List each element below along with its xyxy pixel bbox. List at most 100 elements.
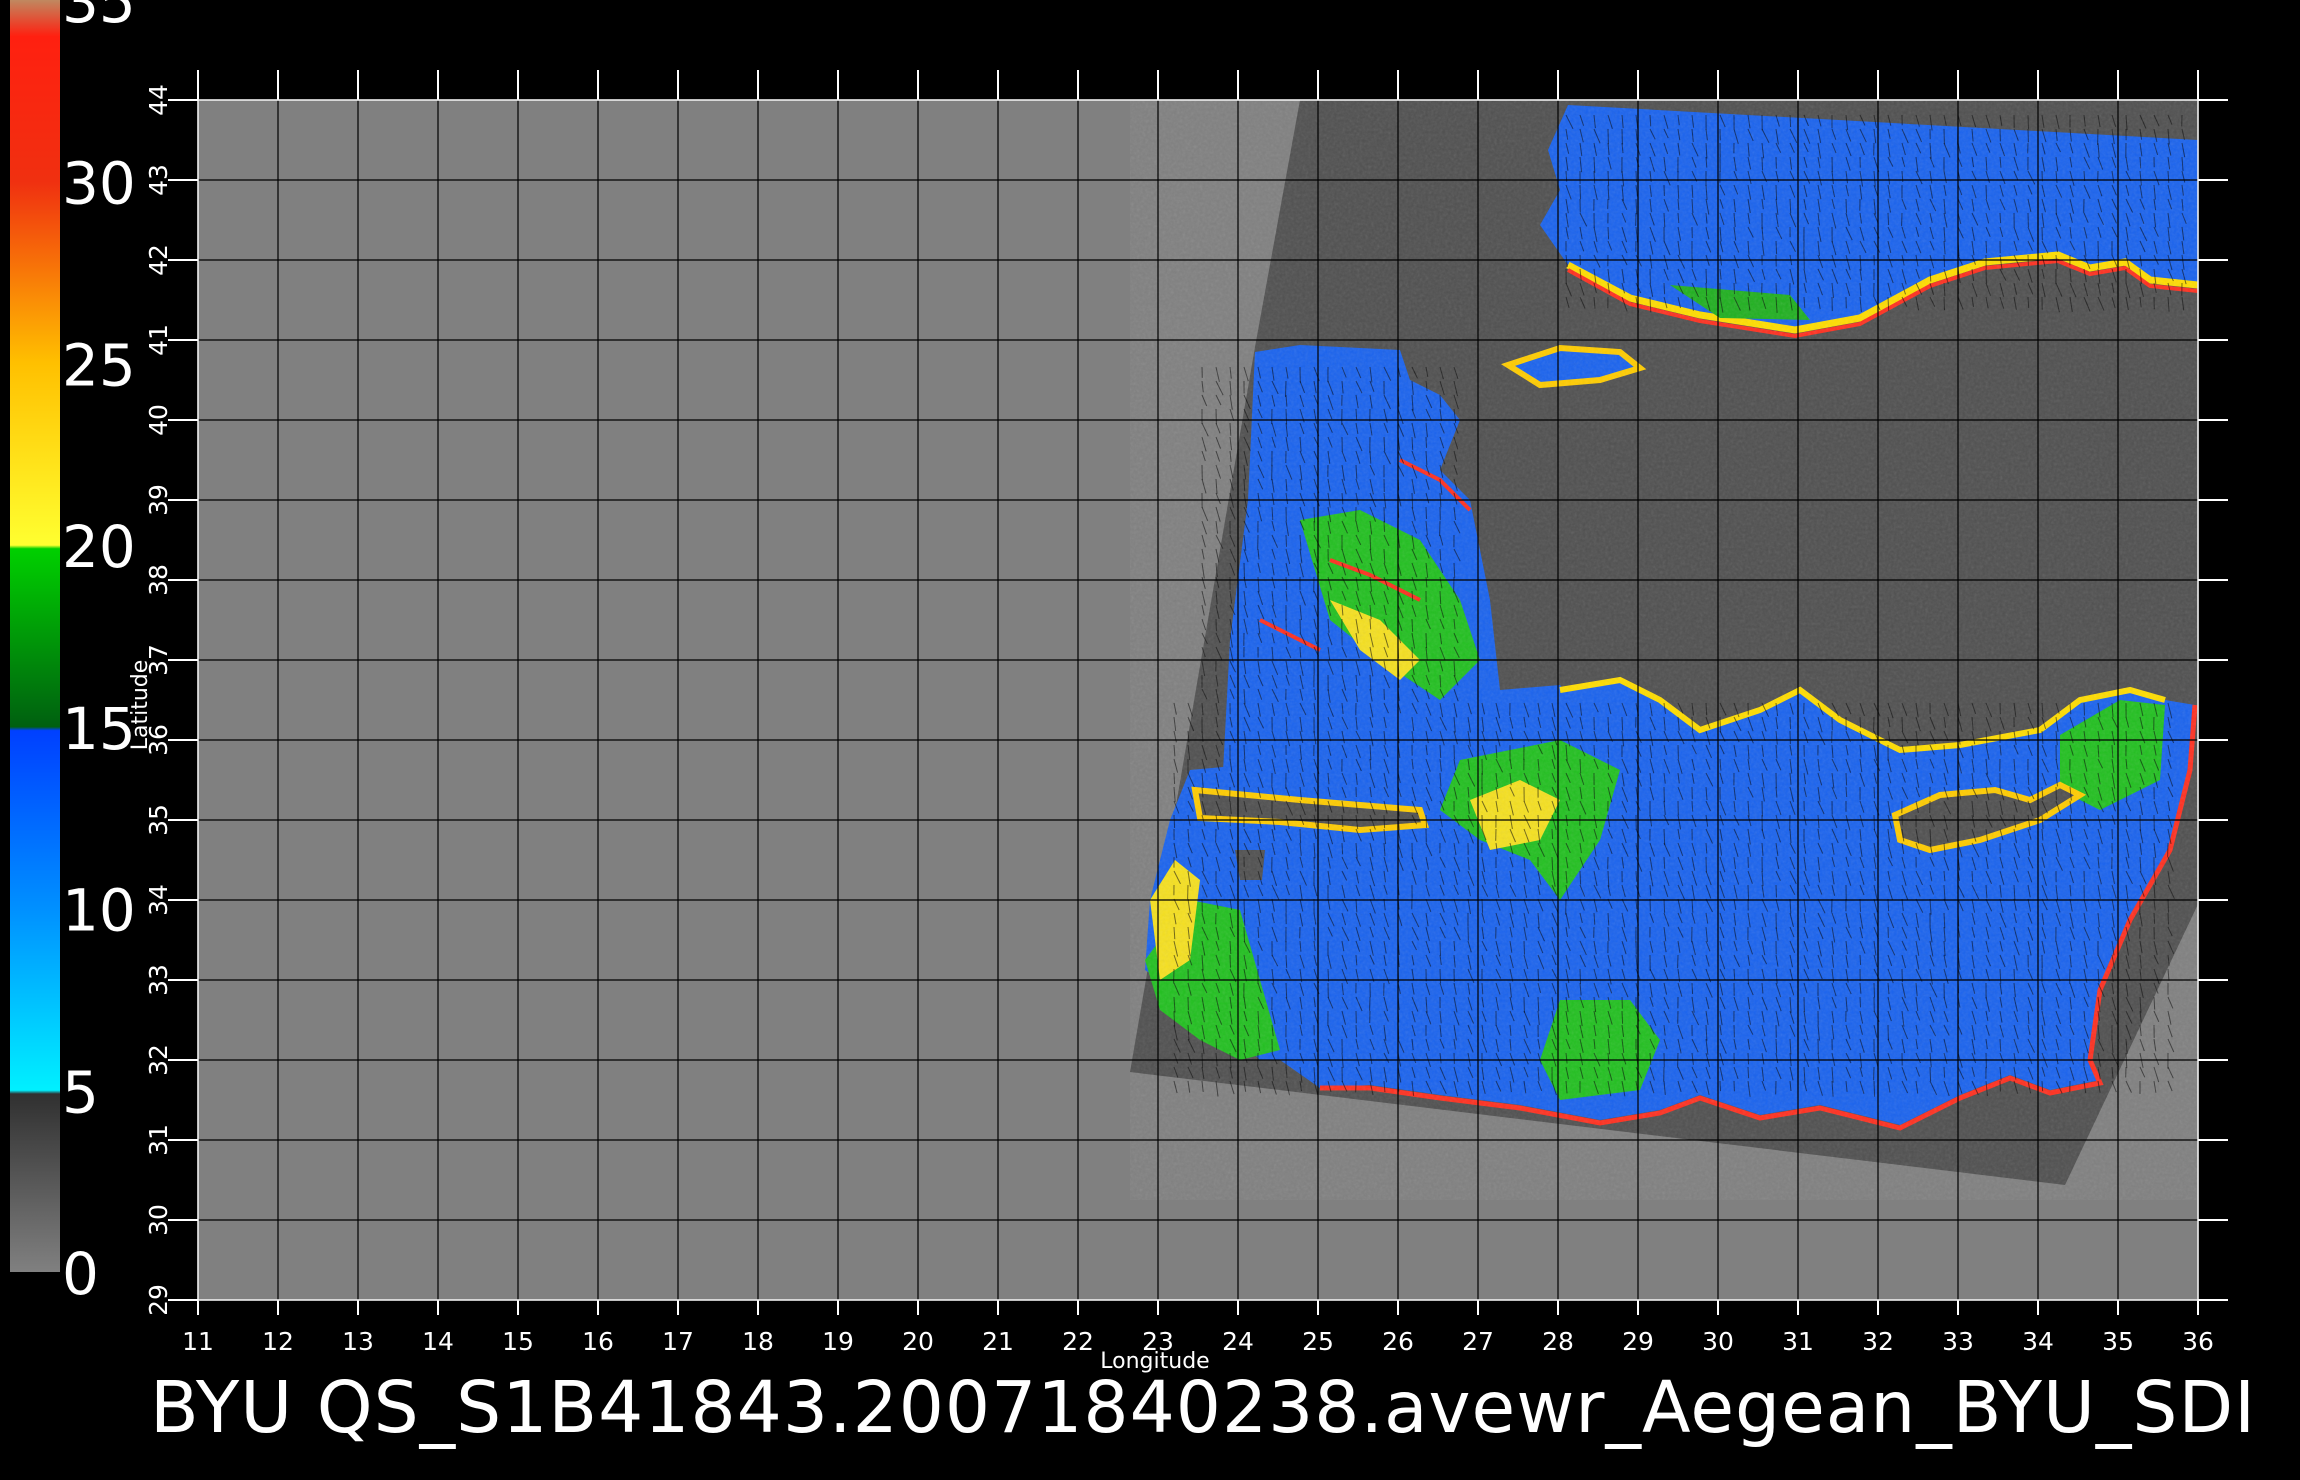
lat-tick-label: 29 (144, 1284, 173, 1316)
wind-vector (1299, 646, 1302, 658)
wind-vector (1705, 268, 1707, 284)
wind-vector (1621, 716, 1624, 731)
wind-vector (1579, 968, 1581, 985)
lon-tick-label: 14 (422, 1327, 454, 1356)
lon-tick-label: 25 (1302, 1327, 1334, 1356)
wind-vector (1747, 1052, 1749, 1065)
wind-vector (1887, 898, 1890, 912)
wind-vector (1985, 184, 1987, 199)
wind-vector (1327, 814, 1330, 828)
colorbar-tick-label: 10 (62, 877, 136, 945)
wind-vector (1733, 282, 1735, 295)
wind-vector (1243, 562, 1245, 579)
wind-vector (2139, 156, 2142, 169)
wind-vector (1663, 856, 1666, 869)
wind-vector (1439, 940, 1441, 956)
wind-vector (1285, 982, 1288, 999)
wind-vector (1341, 842, 1344, 855)
lat-tick-label: 30 (144, 1204, 173, 1236)
wind-vector (2069, 1038, 2072, 1053)
wind-vector (2013, 968, 2015, 980)
wind-vector (1439, 674, 1442, 688)
wind-vector (2153, 912, 2156, 924)
wind-map-figure: 35302520151050 11 12 13 14 15 16 17 18 1… (10, 0, 2228, 1374)
wind-vector (1313, 506, 1316, 523)
wind-vector (1943, 254, 1946, 268)
wind-vector (1579, 758, 1582, 774)
wind-vector (1383, 814, 1386, 829)
lat-tick-label: 35 (144, 804, 173, 836)
lon-tick-label: 33 (1942, 1327, 1974, 1356)
lon-tick-label: 20 (902, 1327, 934, 1356)
y-axis-label: Latitude (128, 660, 153, 751)
wind-vector (1215, 1038, 1218, 1050)
wind-vector (1635, 198, 1638, 215)
lat-tick-label: 43 (144, 164, 173, 196)
lon-tick-label: 30 (1702, 1327, 1734, 1356)
lat-tick-label: 42 (144, 244, 173, 276)
lon-tick-label: 16 (582, 1327, 614, 1356)
wind-vector (2041, 1080, 2044, 1092)
wind-vector (1173, 772, 1176, 785)
wind-vector (1411, 436, 1414, 450)
wind-vector (1607, 744, 1610, 758)
wind-vector (1607, 226, 1610, 240)
lon-tick-label: 27 (1462, 1327, 1494, 1356)
wind-vector (1285, 534, 1287, 547)
wind-vector (1985, 240, 1988, 254)
wind-vector (1285, 576, 1288, 591)
wind-vector (1635, 870, 1638, 882)
wind-vector (2097, 254, 2100, 269)
wind-vector (2027, 296, 2030, 309)
wind-vector (1593, 786, 1595, 799)
wind-vector (1173, 1010, 1176, 1027)
wind-vector (1929, 1066, 1932, 1082)
wind-vector (1425, 632, 1427, 648)
wind-vector (2153, 996, 2156, 1010)
wind-vector (1663, 898, 1666, 913)
lon-tick-label: 32 (1862, 1327, 1894, 1356)
wind-vector (1411, 590, 1414, 602)
lon-tick-label: 17 (662, 1327, 694, 1356)
wind-vector (1691, 716, 1694, 732)
wind-vector (1719, 1080, 1721, 1092)
wind-vector (1383, 436, 1386, 452)
wind-vector (1439, 548, 1442, 561)
wind-vector (1873, 982, 1875, 998)
lat-tick-label: 31 (144, 1124, 173, 1156)
lon-tick-label: 34 (2022, 1327, 2054, 1356)
lon-tick-label: 21 (982, 1327, 1014, 1356)
wind-vector (1285, 380, 1287, 398)
wind-vector (1943, 1066, 1946, 1078)
wind-vector (1537, 968, 1540, 982)
lat-tick-label: 38 (144, 564, 173, 596)
wind-vector (2167, 912, 2169, 925)
wind-vector (1537, 814, 1540, 828)
wind-vector (1789, 114, 1792, 128)
wind-vector (1523, 940, 1525, 955)
wind-vector (1593, 744, 1596, 756)
wind-vector (1607, 170, 1610, 186)
colorbar-bar (10, 0, 60, 1272)
wind-vector (1705, 702, 1708, 716)
wind-vector (1747, 884, 1750, 901)
wind-vector (1285, 954, 1288, 968)
lon-tick-label: 31 (1782, 1327, 1814, 1356)
wind-vector (1859, 996, 1861, 1008)
wind-vector (1383, 506, 1385, 523)
wind-vector (2167, 898, 2169, 913)
colorbar-tick-label: 35 (62, 0, 136, 36)
lon-tick-label: 28 (1542, 1327, 1574, 1356)
wind-vector (1439, 590, 1442, 605)
wind-vector (1775, 240, 1778, 255)
wind-vector (1901, 716, 1904, 732)
wind-vector (1411, 618, 1414, 632)
wind-vector (1551, 856, 1554, 871)
wind-vector (1229, 954, 1231, 968)
wind-vector (1845, 772, 1848, 786)
lon-tick-label: 24 (1222, 1327, 1254, 1356)
wind-vector (1789, 716, 1791, 730)
wind-vector (1355, 408, 1358, 421)
wind-vector (1439, 744, 1442, 759)
wind-vector (1369, 618, 1372, 630)
